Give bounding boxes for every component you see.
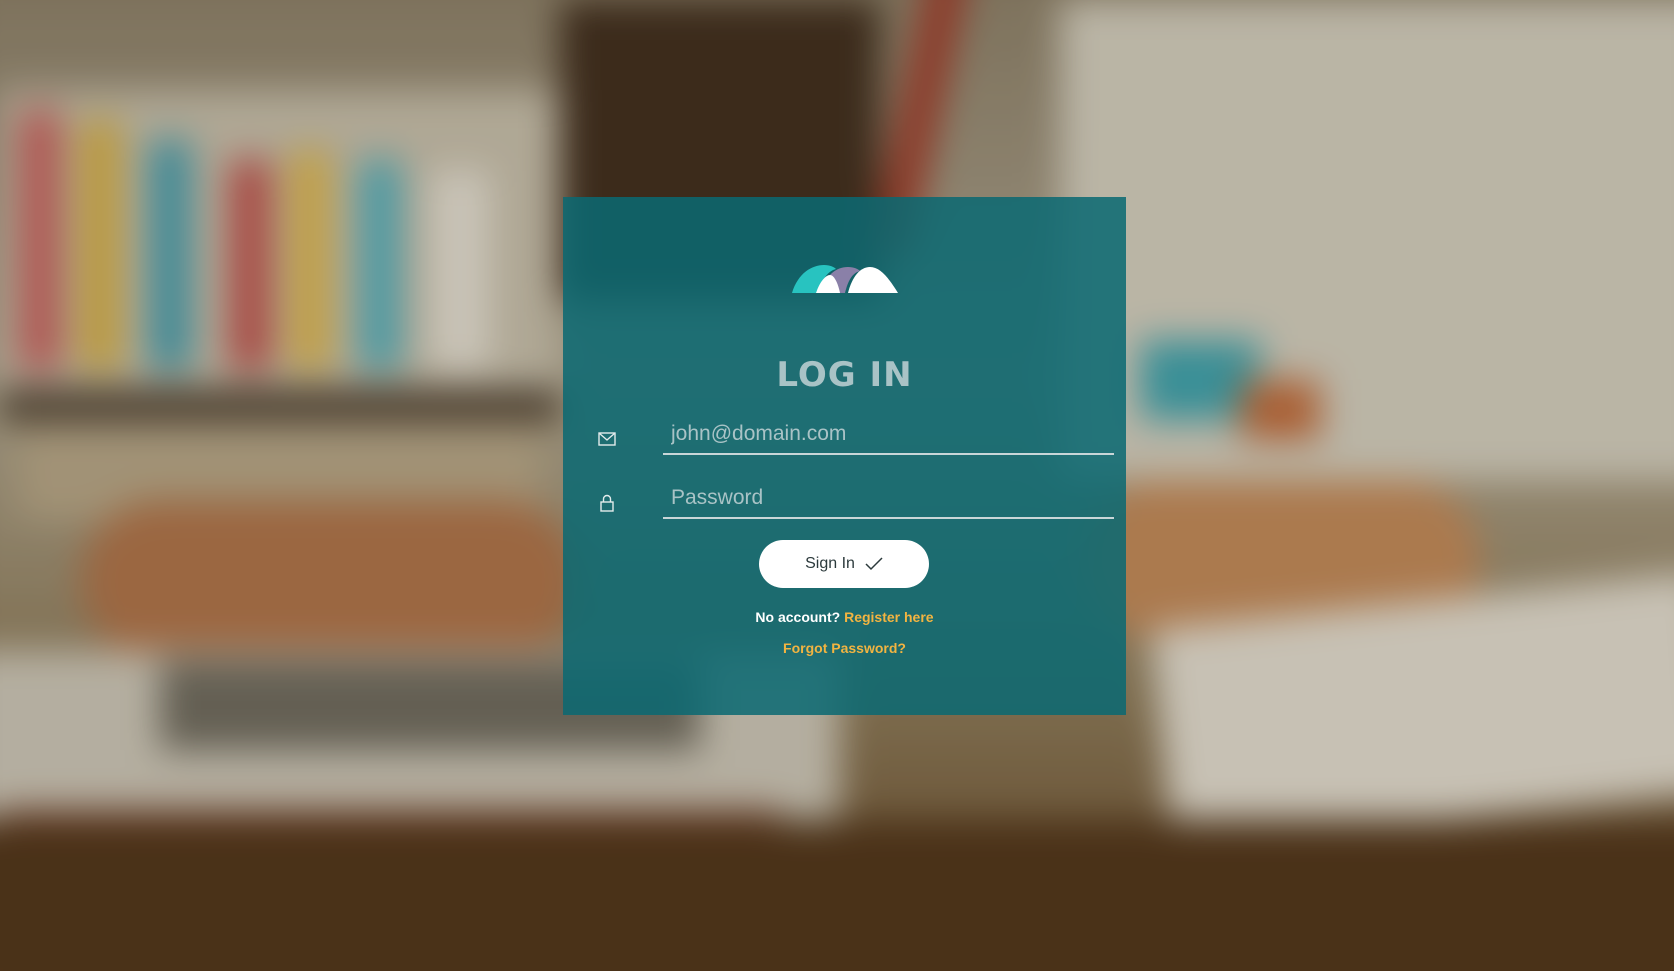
login-card: LOG IN Sign In No account? Register here bbox=[563, 197, 1126, 715]
password-field-group bbox=[597, 479, 1114, 523]
no-account-text: No account? bbox=[755, 609, 841, 625]
lock-icon bbox=[600, 494, 614, 512]
password-input[interactable] bbox=[663, 479, 1114, 519]
email-field-group bbox=[597, 415, 1114, 459]
brand-logo bbox=[792, 265, 898, 293]
email-input[interactable] bbox=[663, 415, 1114, 455]
page-title: LOG IN bbox=[776, 355, 913, 395]
envelope-icon bbox=[598, 432, 616, 446]
forgot-row: Forgot Password? bbox=[563, 640, 1126, 656]
sign-in-label: Sign In bbox=[805, 555, 855, 572]
sign-in-button[interactable]: Sign In bbox=[759, 540, 929, 588]
forgot-password-link[interactable]: Forgot Password? bbox=[783, 640, 906, 656]
register-row: No account? Register here bbox=[563, 609, 1126, 625]
check-icon bbox=[865, 557, 883, 571]
login-screen: LOG IN Sign In No account? Register here bbox=[0, 0, 1674, 971]
register-link[interactable]: Register here bbox=[844, 609, 933, 625]
